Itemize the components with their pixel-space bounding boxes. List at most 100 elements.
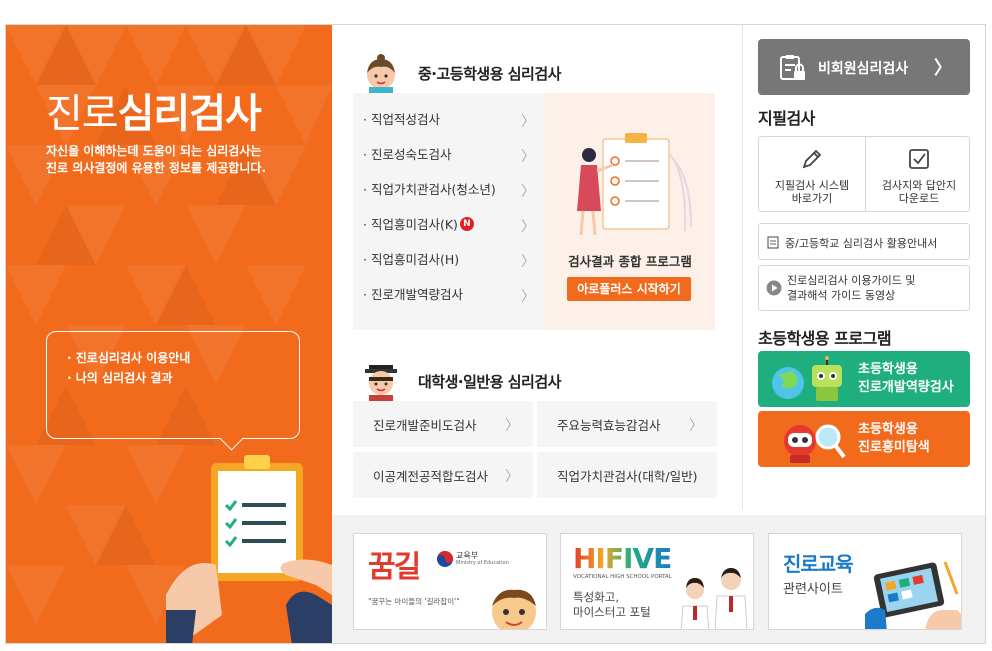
hifive-subtitle: VOCATIONAL HIGH SCHOOL PORTAL bbox=[573, 574, 672, 580]
test-item-label: · 직업흥미검사(H) bbox=[363, 252, 460, 267]
adult-test-values[interactable]: 직업가치관검사(대학/일반) bbox=[537, 452, 717, 498]
students-photo bbox=[680, 568, 748, 629]
chevron-right-icon: 〉 bbox=[521, 149, 535, 165]
tablet-hand-illustration bbox=[865, 561, 961, 629]
guide-document-link[interactable]: 중/고등학교 심리검사 활용안내서 bbox=[758, 223, 970, 260]
paper-label-line: 검사지와 답안지 bbox=[881, 179, 957, 192]
adult-test-grid: 진로개발준비도검사 〉 주요능력효능감검사 〉 이공계전공적합도검사 〉 직업가치관검… bbox=[353, 401, 717, 499]
elementary-competency-label: 초등학생용진로개발역량검사 bbox=[858, 361, 954, 397]
new-badge: N bbox=[459, 216, 474, 231]
my-results-link[interactable]: · 나의 심리검사 결과 bbox=[67, 368, 279, 388]
paper-download-link[interactable]: 검사지와 답안지 다운로드 bbox=[866, 137, 972, 211]
hero-panel: 진로심리검사 자신을 이해하는데 도움이 되는 심리검사는 진로 의사결정에 유… bbox=[6, 25, 332, 643]
middle-school-test-list: · 직업적성검사 〉 · 진로성숙도검사 〉 · 직업가치관검사(청소년) 〉 · 직… bbox=[353, 93, 545, 330]
chevron-right-icon: 〉 bbox=[505, 418, 519, 434]
hero-title-light: 진로 bbox=[46, 91, 119, 137]
taegeuk-icon bbox=[437, 551, 453, 567]
adult-test-stem-fit[interactable]: 이공계전공적합도검사 〉 bbox=[353, 452, 533, 498]
adult-test-label: 이공계전공적합도검사 bbox=[373, 468, 489, 484]
paper-system-label: 지필검사 시스템 바로가기 bbox=[759, 179, 865, 205]
paper-label-line: 바로가기 bbox=[791, 192, 833, 205]
test-item-competency[interactable]: · 진로개발역량검사 〉 bbox=[353, 276, 545, 311]
test-item-interest-h[interactable]: · 직업흥미검사(H) 〉 bbox=[353, 241, 545, 276]
middle-school-section-title: 중·고등학생용 심리검사 bbox=[418, 65, 561, 83]
chevron-right-icon: 〉 bbox=[934, 58, 952, 79]
hero-links-box: · 진로심리검사 이용안내 · 나의 심리검사 결과 bbox=[46, 331, 300, 439]
hero-desc-line: 진로 의사결정에 유용한 정보를 제공합니다. bbox=[46, 161, 266, 175]
kkumgil-slogan: "꿈꾸는 아이들의 '길라잡이'" bbox=[368, 597, 460, 606]
hero-title: 진로심리검사 bbox=[46, 81, 262, 139]
play-icon bbox=[766, 280, 782, 296]
nonmember-test-label: 비회원심리검사 bbox=[818, 61, 909, 77]
robot-globe-icon bbox=[772, 356, 842, 401]
chevron-right-icon: 〉 bbox=[521, 114, 535, 130]
checklist-woman-illustration bbox=[577, 133, 692, 236]
hifive-banner[interactable]: HIFIVE VOCATIONAL HIGH SCHOOL PORTAL 특성화… bbox=[560, 533, 754, 630]
elementary-program-title: 초등학생용 프로그램 bbox=[758, 329, 892, 348]
chevron-right-icon: 〉 bbox=[689, 418, 703, 434]
hero-desc-line: 자신을 이해하는데 도움이 되는 심리검사는 bbox=[46, 144, 262, 158]
adult-test-label: 진로개발준비도검사 bbox=[373, 417, 477, 433]
column-divider bbox=[742, 25, 743, 509]
adult-test-efficacy[interactable]: 주요능력효능감검사 〉 bbox=[537, 401, 717, 447]
result-program-label: 검사결과 종합 프로그램 bbox=[568, 254, 692, 269]
test-item-label: · 직업가치관검사(청소년) bbox=[363, 182, 496, 197]
clipboard-hand-illustration bbox=[166, 455, 332, 643]
paper-download-label: 검사지와 답안지 다운로드 bbox=[866, 179, 972, 205]
career-education-title: 진로교육 bbox=[783, 552, 854, 576]
clipboard-lock-icon bbox=[780, 55, 805, 80]
chevron-right-icon: 〉 bbox=[521, 219, 535, 235]
test-item-values-youth[interactable]: · 직업가치관검사(청소년) 〉 bbox=[353, 171, 545, 206]
guide-document-label: 중/고등학교 심리검사 활용안내서 bbox=[785, 237, 938, 250]
ministry-en-label: Ministry of Education bbox=[456, 560, 509, 566]
elementary-interest-button[interactable]: 초등학생용진로흥미탐색 bbox=[758, 411, 970, 467]
hifive-line: 특성화고, bbox=[573, 590, 619, 604]
career-education-banner[interactable]: 진로교육 관련사이트 bbox=[768, 533, 962, 630]
hifive-logo: HIFIVE bbox=[573, 542, 672, 575]
elem-label-line: 초등학생용 bbox=[858, 362, 918, 377]
test-item-label: · 직업흥미검사(K) bbox=[363, 217, 458, 232]
hero-description: 자신을 이해하는데 도움이 되는 심리검사는 진로 의사결정에 유용한 정보를 … bbox=[46, 143, 306, 177]
career-education-subtitle: 관련사이트 bbox=[783, 582, 843, 597]
chevron-right-icon: 〉 bbox=[505, 469, 519, 485]
test-item-label: · 진로개발역량검사 bbox=[363, 287, 463, 302]
usage-guide-link[interactable]: · 진로심리검사 이용안내 bbox=[67, 348, 279, 368]
guide-video-link[interactable]: 진로심리검사 이용가이드 및 결과해석 가이드 동영상 bbox=[758, 265, 970, 311]
pencil-icon bbox=[802, 149, 822, 169]
guide-video-label: 진로심리검사 이용가이드 및 결과해석 가이드 동영상 bbox=[787, 273, 915, 303]
guide-video-line: 결과해석 가이드 동영상 bbox=[787, 289, 896, 302]
paper-test-box: 지필검사 시스템 바로가기 검사지와 답안지 다운로드 bbox=[758, 136, 970, 212]
chevron-right-icon: 〉 bbox=[521, 184, 535, 200]
elem-label-line: 초등학생용 bbox=[858, 422, 918, 437]
chevron-right-icon: 〉 bbox=[521, 254, 535, 270]
test-item-aptitude[interactable]: · 직업적성검사 〉 bbox=[353, 101, 545, 136]
kkumgil-banner[interactable]: 꿈길 교육부 Ministry of Education "꿈꾸는 아이들의 '… bbox=[353, 533, 547, 630]
elem-label-line: 진로개발역량검사 bbox=[858, 380, 954, 395]
kid-face-illustration bbox=[492, 589, 536, 629]
adult-test-label: 직업가치관검사(대학/일반) bbox=[557, 468, 698, 484]
nonmember-test-button[interactable]: 비회원심리검사 〉 bbox=[758, 39, 970, 95]
elementary-competency-button[interactable]: 초등학생용진로개발역량검사 bbox=[758, 351, 970, 407]
paper-label-line: 지필검사 시스템 bbox=[774, 179, 850, 192]
kkumgil-logo: 꿈길 bbox=[368, 550, 421, 585]
aroplus-start-button[interactable]: 아로플러스 시작하기 bbox=[567, 277, 691, 301]
elem-label-line: 진로흥미탐색 bbox=[858, 440, 930, 455]
test-item-interest-k[interactable]: · 직업흥미검사(K) N 〉 bbox=[353, 206, 545, 241]
robot-magnifier-icon bbox=[784, 424, 846, 463]
adult-section-title: 대학생·일반용 심리검사 bbox=[418, 373, 561, 391]
result-program-panel: 검사결과 종합 프로그램 아로플러스 시작하기 bbox=[545, 93, 715, 330]
main-frame: 진로심리검사 자신을 이해하는데 도움이 되는 심리검사는 진로 의사결정에 유… bbox=[5, 24, 986, 644]
graduate-avatar-icon bbox=[365, 365, 397, 401]
checkbox-icon bbox=[909, 149, 929, 169]
document-icon bbox=[767, 236, 779, 249]
test-item-label: · 진로성숙도검사 bbox=[363, 147, 452, 162]
test-item-maturity[interactable]: · 진로성숙도검사 〉 bbox=[353, 136, 545, 171]
hifive-description: 특성화고, 마이스터고 포털 bbox=[573, 590, 651, 620]
student-girl-avatar-icon bbox=[367, 54, 395, 93]
hifive-line: 마이스터고 포털 bbox=[573, 605, 651, 619]
adult-test-readiness[interactable]: 진로개발준비도검사 〉 bbox=[353, 401, 533, 447]
adult-test-label: 주요능력효능감검사 bbox=[557, 417, 661, 433]
chevron-right-icon: 〉 bbox=[521, 289, 535, 305]
hifive-logo-text: HIFIVE bbox=[573, 542, 672, 575]
paper-system-link[interactable]: 지필검사 시스템 바로가기 bbox=[759, 137, 865, 211]
